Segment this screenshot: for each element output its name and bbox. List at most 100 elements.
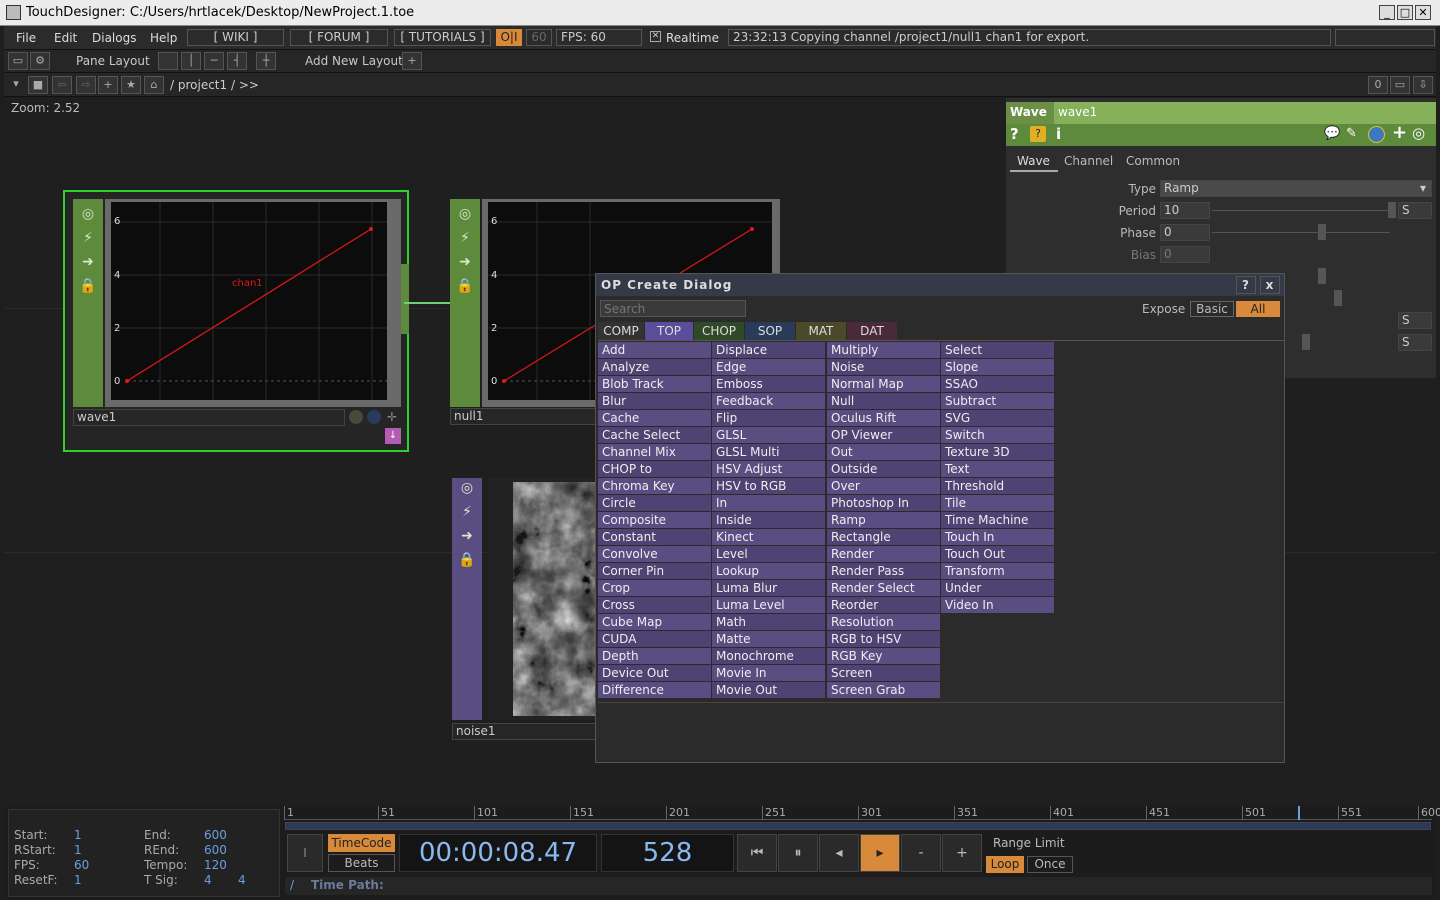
menu-file[interactable]: File <box>16 31 36 45</box>
tab-common[interactable]: Common <box>1126 154 1180 168</box>
op-item-ramp[interactable]: Ramp <box>827 512 940 529</box>
tab-top[interactable]: TOP <box>645 322 693 340</box>
all-button[interactable]: All <box>1236 301 1280 317</box>
null1-name[interactable]: null1 <box>450 408 600 425</box>
op-item-cache[interactable]: Cache <box>598 410 711 427</box>
op-item-inside[interactable]: Inside <box>712 512 825 529</box>
bias-field[interactable]: 0 <box>1160 246 1210 263</box>
dialog-help-button[interactable]: ? <box>1236 276 1256 294</box>
op-item-glsl[interactable]: GLSL <box>712 427 825 444</box>
wave1-clone-icon[interactable] <box>367 410 381 424</box>
op-item-flip[interactable]: Flip <box>712 410 825 427</box>
tutorials-button[interactable]: [ TUTORIALS ] <box>394 29 491 46</box>
layout-split-v-button[interactable]: │ <box>181 52 201 70</box>
op-item-op-viewer[interactable]: OP Viewer <box>827 427 940 444</box>
tab-chop[interactable]: CHOP <box>694 322 744 340</box>
tempo-value[interactable]: 120 <box>204 858 227 872</box>
op-item-crop[interactable]: Crop <box>598 580 711 597</box>
play-icon[interactable]: ▸ <box>860 834 900 872</box>
python-help-icon[interactable]: ? <box>1030 126 1046 142</box>
time-display[interactable]: 00:00:08.47 <box>399 834 597 872</box>
timeline-ruler[interactable]: 1 51 101 151 201 251 301 351 401 451 501 551 600 <box>284 806 1440 820</box>
op-item-video-in[interactable]: Video In <box>941 597 1054 614</box>
wave1-node[interactable]: ◎ ⚡ ➜ 🔒 6 4 2 0 chan1 wave1 ✛ ↓ <box>63 190 409 452</box>
fps-cap-field[interactable]: 60 <box>526 29 552 46</box>
op-item-resolution[interactable]: Resolution <box>827 614 940 631</box>
dialog-close-button[interactable]: x <box>1260 276 1280 294</box>
wave1-flag-icon[interactable] <box>349 410 363 424</box>
timecode-button[interactable]: TimeCode <box>328 834 395 852</box>
menu-dialogs[interactable]: Dialogs <box>92 31 136 45</box>
edit-icon[interactable]: ✎ <box>1346 126 1357 141</box>
op-item-cuda[interactable]: CUDA <box>598 631 711 648</box>
op-item-displace[interactable]: Displace <box>712 342 825 359</box>
op-item-add[interactable]: Add <box>598 342 711 359</box>
tab-comp[interactable]: COMP <box>598 322 644 340</box>
op-item-corner-pin[interactable]: Corner Pin <box>598 563 711 580</box>
tab-mat[interactable]: MAT <box>796 322 846 340</box>
view-icon[interactable]: ▭ <box>8 52 28 70</box>
op-item-circle[interactable]: Circle <box>598 495 711 512</box>
wave1-export-icon[interactable]: ↓ <box>385 428 401 444</box>
bypass-icon[interactable]: ⚡ <box>78 228 98 248</box>
rewind-icon[interactable]: ⏮ <box>737 834 777 872</box>
add-icon[interactable]: + <box>1392 122 1407 143</box>
network-path[interactable]: / project1 / >> <box>170 78 259 92</box>
op-item-time-machine[interactable]: Time Machine <box>941 512 1054 529</box>
op-item-slope[interactable]: Slope <box>941 359 1054 376</box>
resetf-value[interactable]: 1 <box>74 873 82 887</box>
op-item-rectangle[interactable]: Rectangle <box>827 529 940 546</box>
op-item-outside[interactable]: Outside <box>827 461 940 478</box>
op-item-emboss[interactable]: Emboss <box>712 376 825 393</box>
op-name-field[interactable]: wave1 <box>1054 102 1436 124</box>
op-item-luma-blur[interactable]: Luma Blur <box>712 580 825 597</box>
op-item-depth[interactable]: Depth <box>598 648 711 665</box>
lock-icon[interactable]: 🔒 <box>457 550 477 570</box>
op-item-select[interactable]: Select <box>941 342 1054 359</box>
target-icon[interactable]: ◎ <box>1412 124 1425 142</box>
range-bar[interactable] <box>285 822 1431 830</box>
download-icon[interactable]: ⇩ <box>1413 76 1433 94</box>
period-slider-handle[interactable] <box>1388 202 1396 218</box>
tab-wave[interactable]: Wave <box>1010 152 1058 172</box>
wave1-name[interactable]: wave1 <box>73 409 345 426</box>
op-item-rgb-key[interactable]: RGB Key <box>827 648 940 665</box>
op-item-out[interactable]: Out <box>827 444 940 461</box>
op-item-photoshop-in[interactable]: Photoshop In <box>827 495 940 512</box>
op-item-monochrome[interactable]: Monochrome <box>712 648 825 665</box>
op-item-matte[interactable]: Matte <box>712 631 825 648</box>
menu-help[interactable]: Help <box>150 31 177 45</box>
op-item-difference[interactable]: Difference <box>598 682 711 699</box>
op-item-cross[interactable]: Cross <box>598 597 711 614</box>
noise1-node[interactable]: ◎ ⚡ ➜ 🔒 noise1 <box>452 478 600 740</box>
phase-slider-handle[interactable] <box>1318 224 1326 240</box>
rend-value[interactable]: 600 <box>204 843 227 857</box>
dialog-header[interactable]: OP Create Dialog ? x <box>596 274 1284 296</box>
playhead[interactable] <box>1298 806 1300 820</box>
op-item-screen[interactable]: Screen <box>827 665 940 682</box>
add-layout-label[interactable]: Add New Layout <box>305 54 403 68</box>
period-field[interactable]: 10 <box>1160 202 1210 219</box>
param-s-button[interactable]: S <box>1398 312 1432 329</box>
fps-value[interactable]: 60 <box>74 858 89 872</box>
op-item-text[interactable]: Text <box>941 461 1054 478</box>
op-item-reorder[interactable]: Reorder <box>827 597 940 614</box>
step-plus-button[interactable]: + <box>942 834 982 872</box>
output-connector[interactable] <box>401 264 409 334</box>
display-icon[interactable]: ➜ <box>78 252 98 272</box>
menu-edit[interactable]: Edit <box>54 31 77 45</box>
timeline-cursor-button[interactable]: I <box>287 834 323 872</box>
layout-three-button[interactable]: ┤ <box>227 52 247 70</box>
tsig-num[interactable]: 4 <box>204 873 212 887</box>
layout-single-button[interactable] <box>158 52 178 70</box>
op-item-luma-level[interactable]: Luma Level <box>712 597 825 614</box>
beats-button[interactable]: Beats <box>328 854 395 872</box>
op-item-math[interactable]: Math <box>712 614 825 631</box>
step-back-icon[interactable]: ◂ <box>819 834 859 872</box>
op-item-threshold[interactable]: Threshold <box>941 478 1054 495</box>
op-item-texture-3d[interactable]: Texture 3D <box>941 444 1054 461</box>
op-item-edge[interactable]: Edge <box>712 359 825 376</box>
basic-button[interactable]: Basic <box>1190 301 1234 317</box>
op-item-convolve[interactable]: Convolve <box>598 546 711 563</box>
forum-button[interactable]: [ FORUM ] <box>290 29 388 46</box>
